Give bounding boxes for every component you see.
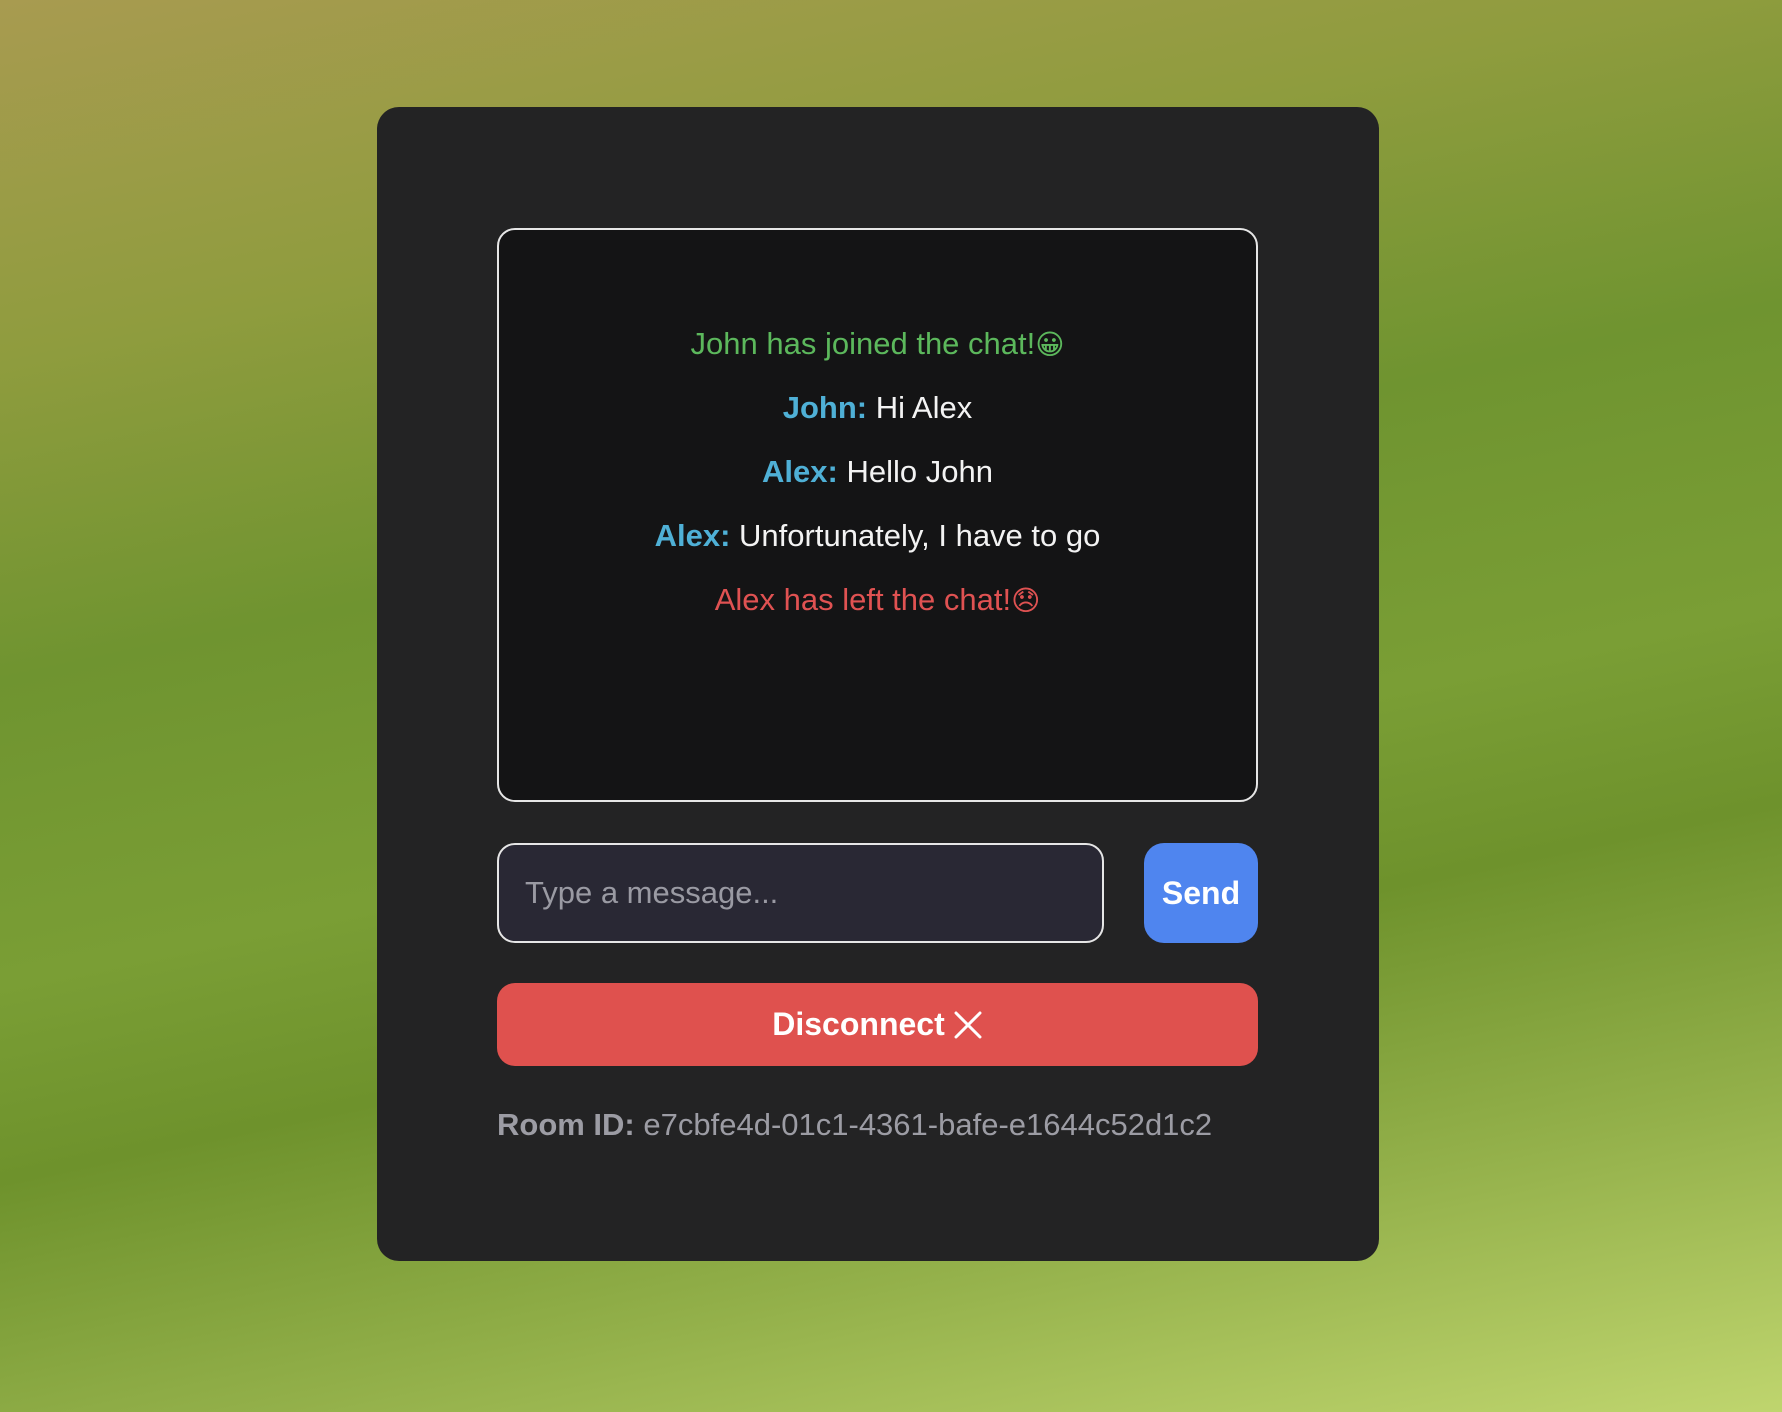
- disconnect-button[interactable]: Disconnect: [497, 983, 1258, 1066]
- system-message-text: John has joined the chat!: [690, 326, 1036, 361]
- room-id-value: e7cbfe4d-01c1-4361-bafe-e1644c52d1c2: [643, 1107, 1213, 1142]
- send-button[interactable]: Send: [1144, 843, 1258, 943]
- system-message-join: John has joined the chat!😀: [499, 312, 1256, 376]
- room-id-label: Room ID:: [497, 1107, 635, 1142]
- chat-messages-box: John has joined the chat!😀 John: Hi Alex…: [497, 228, 1258, 802]
- disappointed-face-emoji: 😞: [1011, 584, 1041, 617]
- chat-message: Alex: Hello John: [499, 440, 1256, 504]
- room-id: Room ID: e7cbfe4d-01c1-4361-bafe-e1644c5…: [497, 1107, 1258, 1143]
- message-username: Alex:: [654, 518, 731, 553]
- system-message-leave: Alex has left the chat!😞: [499, 568, 1256, 632]
- close-icon: [954, 1011, 982, 1038]
- message-text: Hi Alex: [875, 390, 973, 425]
- message-username: John:: [782, 390, 868, 425]
- chat-message: John: Hi Alex: [499, 376, 1256, 440]
- message-text: Unfortunately, I have to go: [739, 518, 1101, 553]
- disconnect-label: Disconnect: [772, 1006, 945, 1042]
- message-input[interactable]: [497, 843, 1104, 943]
- message-text: Hello John: [846, 454, 993, 489]
- chat-message: Alex: Unfortunately, I have to go: [499, 504, 1256, 568]
- chat-card: John has joined the chat!😀 John: Hi Alex…: [377, 107, 1379, 1261]
- system-message-text: Alex has left the chat!: [714, 582, 1012, 617]
- grinning-face-emoji: 😀: [1035, 328, 1065, 361]
- message-username: Alex:: [762, 454, 838, 489]
